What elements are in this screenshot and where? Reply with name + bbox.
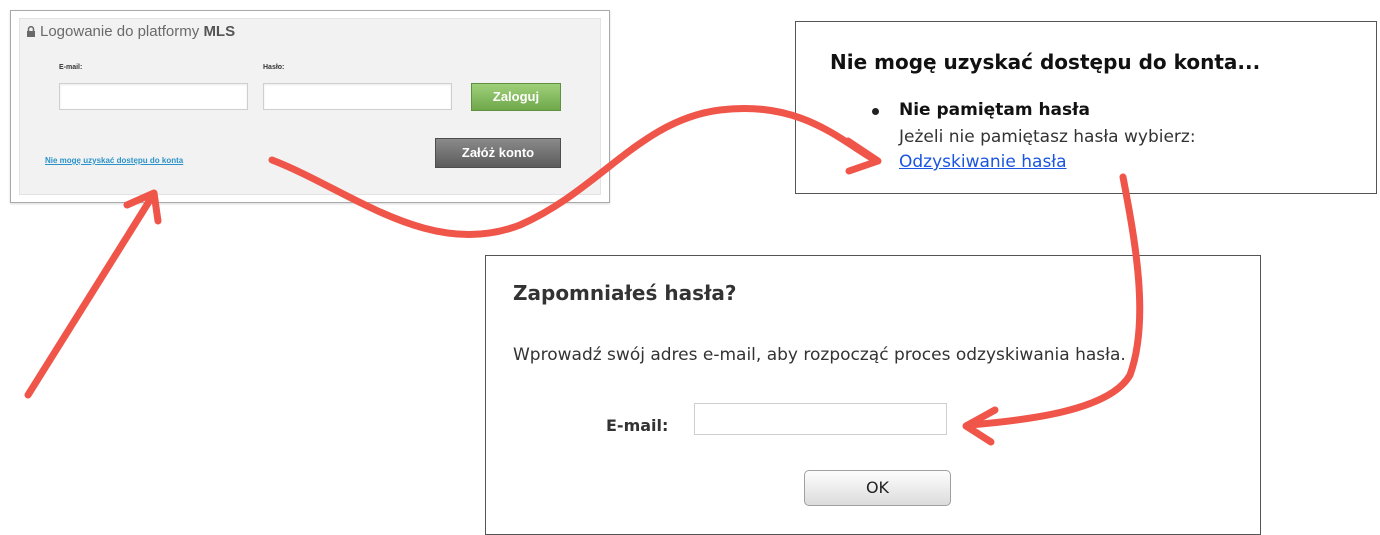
password-recovery-link[interactable]: Odzyskiwanie hasła xyxy=(899,152,1067,172)
no-access-link[interactable]: Nie mogę uzyskać dostępu do konta xyxy=(45,156,183,165)
email-label: E-mail: xyxy=(59,64,83,71)
login-title-prefix: Logowanie do platformy xyxy=(40,23,204,40)
lock-icon xyxy=(26,24,36,41)
bullet-icon xyxy=(872,108,879,115)
password-label: Hasło: xyxy=(263,64,285,71)
password-recovery-panel: Zapomniałeś hasła? Wprowadź swój adres e… xyxy=(485,255,1261,535)
forgot-password-heading: Nie pamiętam hasła xyxy=(899,100,1090,120)
login-title: Logowanie do platformy MLS xyxy=(26,23,235,41)
access-title: Nie mogę uzyskać dostępu do konta... xyxy=(830,50,1261,74)
arrow-to-link xyxy=(24,196,154,399)
password-input[interactable] xyxy=(263,83,452,110)
recovery-description: Wprowadź swój adres e-mail, aby rozpoczą… xyxy=(513,345,1126,365)
ok-button[interactable]: OK xyxy=(804,470,951,506)
recovery-title: Zapomniałeś hasła? xyxy=(513,281,737,305)
recovery-email-label: E-mail: xyxy=(606,416,669,435)
email-input[interactable] xyxy=(59,83,248,110)
access-help-panel: Nie mogę uzyskać dostępu do konta... Nie… xyxy=(795,21,1377,194)
login-title-brand: MLS xyxy=(203,23,236,40)
recovery-email-input[interactable] xyxy=(694,403,947,435)
login-button[interactable]: Zaloguj xyxy=(471,83,561,111)
create-account-button[interactable]: Załóż konto xyxy=(435,138,561,168)
forgot-password-text: Jeżeli nie pamiętasz hasła wybierz: xyxy=(899,127,1196,147)
